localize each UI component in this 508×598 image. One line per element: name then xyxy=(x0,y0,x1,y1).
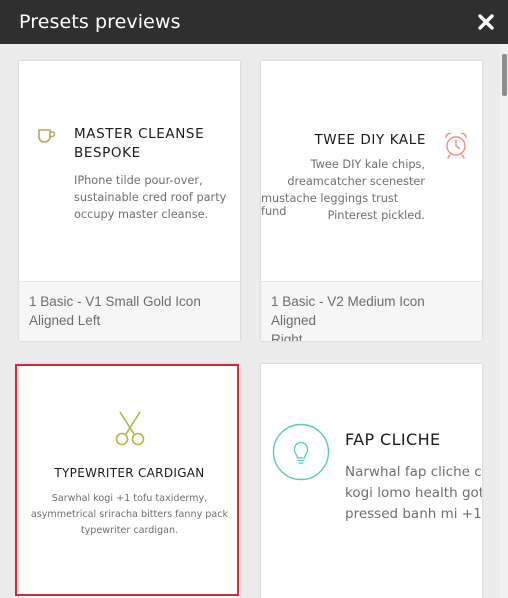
preset-card-twee-diy-kale[interactable]: TWEE DIY KALE Twee DIY kale chips, dream… xyxy=(261,61,482,341)
close-icon[interactable] xyxy=(476,12,496,32)
preset-description: Sarwhal kogi +1 tofu taxidermy, xyxy=(51,493,208,504)
preset-description: typewriter cardigan. xyxy=(80,525,179,536)
preset-caption-line: Right xyxy=(271,332,303,341)
preset-caption-line: 1 Basic - V1 Small Gold Icon xyxy=(29,294,201,309)
preset-description: asymmetrical sriracha bitters fanny pack xyxy=(30,509,229,520)
preset-heading: MASTER CLEANSE xyxy=(74,126,205,142)
coffee-cup-icon xyxy=(37,128,57,144)
preset-heading: TYPEWRITER CARDIGAN xyxy=(54,466,205,480)
preset-card-fap-cliche[interactable]: FAP CLICHE Narwhal fap cliche ch kogi lo… xyxy=(261,364,482,598)
dialog-title: Presets previews xyxy=(19,11,181,33)
preset-description: Narwhal fap cliche ch xyxy=(345,464,482,480)
preset-description: IPhone tilde pour-over, xyxy=(74,174,203,187)
preset-description: kogi lomo health goth xyxy=(345,485,482,501)
preset-description: dreamcatcher scenester xyxy=(287,175,425,188)
scissors-icon xyxy=(111,409,149,447)
presets-grid: MASTER CLEANSE BESPOKE IPhone tilde pour… xyxy=(0,44,500,598)
preset-heading: BESPOKE xyxy=(74,145,141,161)
preset-description: Twee DIY kale chips, xyxy=(310,158,425,171)
preset-caption-line: 1 Basic - V2 Medium Icon Aligned xyxy=(271,294,425,328)
preset-caption-line: Aligned Left xyxy=(29,313,101,328)
preset-card-typewriter-cardigan[interactable]: TYPEWRITER CARDIGAN Sarwhal kogi +1 tofu… xyxy=(19,364,240,598)
preset-description: Pinterest pickled. xyxy=(327,209,425,222)
preset-heading: FAP CLICHE xyxy=(345,430,441,449)
preset-heading: TWEE DIY KALE xyxy=(314,132,426,148)
dialog-header: Presets previews xyxy=(0,0,508,44)
preset-caption: 1 Basic - V1 Small Gold Icon Aligned Lef… xyxy=(19,281,240,341)
preset-description: sustainable cred roof party xyxy=(74,191,227,204)
preset-description: occupy master cleanse. xyxy=(74,208,209,221)
preset-card-master-cleanse[interactable]: MASTER CLEANSE BESPOKE IPhone tilde pour… xyxy=(19,61,240,341)
alarm-clock-icon xyxy=(443,131,469,159)
scrollbar[interactable] xyxy=(500,44,508,598)
lightbulb-icon xyxy=(272,423,330,481)
preset-caption: 1 Basic - V2 Medium Icon Aligned Right xyxy=(261,281,482,341)
preset-description: pressed banh mi +1. xyxy=(345,506,482,522)
scrollbar-thumb[interactable] xyxy=(502,54,507,96)
